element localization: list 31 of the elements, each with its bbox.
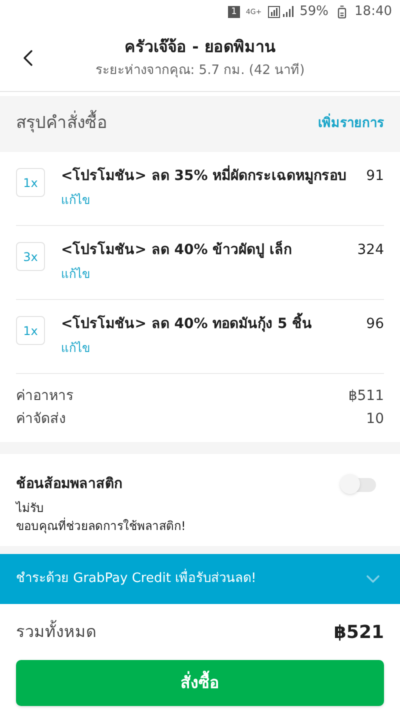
clock: 18:40 xyxy=(354,3,392,22)
signal-icon xyxy=(268,6,294,18)
total-label: รวมทั้งหมด xyxy=(16,620,96,643)
quantity-badge: 1x xyxy=(16,168,45,197)
cutlery-status: ไม่รับ xyxy=(16,500,45,517)
edit-link[interactable]: แก้ไข xyxy=(61,265,90,283)
cutlery-title: ช้อนส้อมพลาสติก xyxy=(16,475,123,494)
quantity-badge: 1x xyxy=(16,316,45,345)
item-price: 96 xyxy=(366,315,384,334)
fee-value: ฿511 xyxy=(348,387,384,406)
add-items-link[interactable]: เพิ่มรายการ xyxy=(318,114,384,134)
item-price: 91 xyxy=(366,167,384,186)
item-price: 324 xyxy=(357,241,384,260)
edit-link[interactable]: แก้ไข xyxy=(61,339,90,357)
item-name: <โปรโมชัน> ลด 40% ข้าวผัดปู เล็ก xyxy=(61,240,292,260)
fee-label: ค่าอาหาร xyxy=(16,387,74,406)
sim-indicator: 1 xyxy=(228,6,240,18)
cutlery-note: ขอบคุณที่ช่วยลดการใช้พลาสติก! xyxy=(16,517,187,535)
edit-link[interactable]: แก้ไข xyxy=(61,191,90,209)
total-value: ฿521 xyxy=(334,620,384,644)
battery-percent: 59% xyxy=(300,3,329,22)
order-button[interactable]: สั่งซื้อ xyxy=(16,660,384,706)
fee-label: ค่าจัดส่ง xyxy=(16,410,66,429)
distance-text: ระยะห่างจากคุณ: 5.7 กม. (42 นาที) xyxy=(95,62,305,80)
fee-value: 10 xyxy=(366,410,384,429)
quantity-badge: 3x xyxy=(16,242,45,271)
item-name: <โปรโมชัน> ลด 40% ทอดมันกุ้ง 5 ชิ้น xyxy=(61,313,312,335)
promo-banner[interactable]: ชำระด้วย GrabPay Credit เพื่อรับส่วนลด! xyxy=(0,554,400,604)
section-title: สรุปคำสั่งซื้อ xyxy=(16,111,107,137)
restaurant-name: ครัวเจ๊จ้อ - ยอดพิมาน xyxy=(124,36,276,58)
item-name: <โปรโมชัน> ลด 35% หมี่ผัดกระเฉดหมูกรอบ xyxy=(61,165,347,187)
